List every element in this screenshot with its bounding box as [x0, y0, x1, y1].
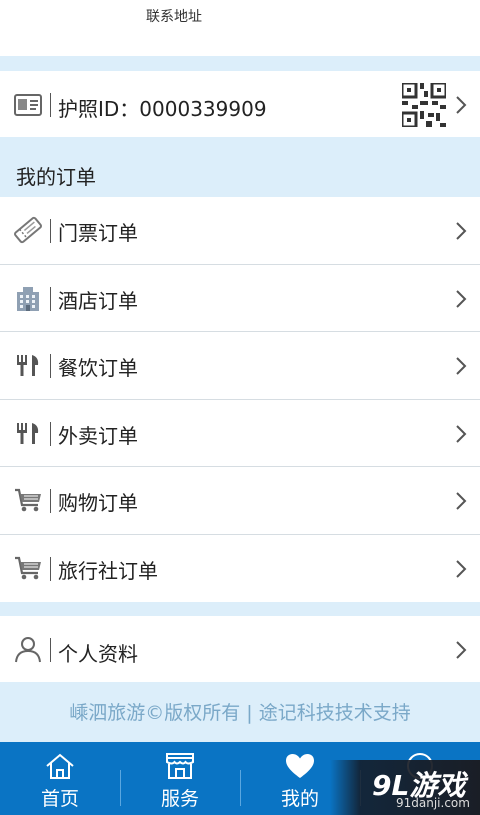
profile-label: 个人资料	[58, 642, 138, 666]
order-item-catering[interactable]: 餐饮订单	[0, 332, 480, 400]
chevron-right-icon	[456, 424, 467, 443]
passport-row[interactable]: 护照ID：0000339909	[0, 71, 480, 137]
order-item-hotel[interactable]: 酒店订单	[0, 264, 480, 332]
orders-section-title: 我的订单	[16, 165, 96, 189]
passport-id-label: 护照ID：0000339909	[58, 97, 267, 121]
order-item-shopping[interactable]: 购物订单	[0, 467, 480, 535]
chevron-right-icon	[456, 559, 467, 578]
row-divider	[50, 638, 51, 662]
row-divider	[50, 286, 51, 311]
chevron-right-icon	[456, 357, 467, 375]
tab-label: 首页	[40, 788, 79, 810]
chevron-right-icon	[456, 492, 467, 510]
qr-code-icon[interactable]	[402, 83, 446, 127]
tab-home[interactable]: 首页	[0, 742, 120, 815]
order-item-label: 外卖订单	[58, 423, 138, 448]
contact-address-label: 联系地址	[146, 9, 202, 25]
order-item-label: 酒店订单	[58, 288, 138, 313]
store-icon	[166, 753, 194, 779]
copyright-footer: 嵊泗旅游©版权所有 | 途记科技技术支持	[69, 702, 411, 724]
chevron-right-icon	[456, 641, 467, 659]
order-item-label: 门票订单	[58, 221, 138, 245]
tab-label: 服务	[160, 788, 199, 810]
ticket-icon	[14, 216, 42, 244]
order-item-ticket[interactable]: 门票订单	[0, 197, 480, 265]
order-item-label: 餐饮订单	[58, 356, 138, 380]
order-item-label: 旅行社订单	[58, 558, 158, 583]
cutlery-icon	[17, 355, 39, 376]
heart-icon	[286, 754, 314, 778]
order-item-travel-agency[interactable]: 旅行社订单	[0, 534, 480, 602]
row-divider	[50, 556, 51, 581]
order-item-label: 购物订单	[58, 491, 138, 515]
profile-row[interactable]: 个人资料	[0, 616, 480, 682]
watermark-site: 91danji.com	[396, 796, 470, 810]
row-divider	[50, 219, 51, 243]
tab-services[interactable]: 服务	[120, 742, 240, 815]
user-icon	[15, 637, 41, 663]
header-area: 联系地址	[0, 0, 480, 56]
cutlery-icon	[17, 422, 39, 444]
chevron-right-icon	[456, 96, 467, 114]
row-divider	[50, 421, 51, 446]
row-divider	[50, 93, 51, 117]
hotel-icon	[17, 286, 39, 311]
watermark: 9L游戏 91danji.com	[330, 760, 480, 815]
order-item-takeaway[interactable]: 外卖订单	[0, 399, 480, 467]
cart-icon	[15, 488, 41, 512]
home-icon	[46, 753, 74, 779]
chevron-right-icon	[456, 289, 467, 308]
chevron-right-icon	[456, 222, 467, 240]
id-card-icon	[14, 94, 42, 116]
cart-icon	[15, 556, 41, 579]
row-divider	[50, 354, 51, 378]
row-divider	[50, 489, 51, 513]
order-list: 门票订单 酒店订单 餐饮订单 外卖订单 购物订单 旅行社订单	[0, 197, 480, 602]
